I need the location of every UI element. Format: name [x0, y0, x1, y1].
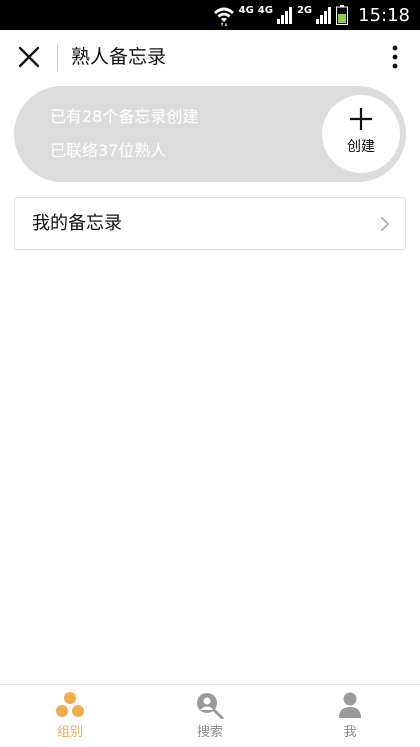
- contact-count-text: 已联络37位熟人: [50, 141, 167, 160]
- nav-tab-me[interactable]: 我: [280, 685, 420, 747]
- wifi-icon: [213, 4, 235, 26]
- more-button[interactable]: [380, 40, 410, 74]
- nav-tab-me-label: 我: [343, 725, 357, 740]
- summary-card: 已有28个备忘录创建 已联络37位熟人 创建: [14, 86, 406, 182]
- bottom-nav: 组别 搜索 我: [0, 684, 420, 747]
- battery-icon: [336, 5, 349, 25]
- close-button[interactable]: [12, 40, 46, 74]
- more-vertical-icon: [392, 45, 398, 69]
- my-memos-row[interactable]: 我的备忘录: [14, 197, 406, 250]
- nav-tab-groups-label: 组别: [56, 725, 83, 740]
- network-type-3: 2G: [296, 4, 313, 16]
- my-memos-label: 我的备忘录: [32, 213, 122, 234]
- header-divider: [57, 43, 58, 71]
- search-person-icon: [197, 693, 224, 719]
- create-button-label: 创建: [347, 139, 375, 155]
- signal-icon-2: [316, 6, 332, 24]
- nav-tab-search-label: 搜索: [196, 725, 223, 740]
- memo-count-text: 已有28个备忘录创建: [50, 107, 199, 126]
- create-button[interactable]: 创建: [322, 95, 400, 173]
- status-bar-right: 4G 4G 2G 15:18: [213, 0, 410, 30]
- profile-icon: [339, 692, 361, 718]
- status-bar: 4G 4G 2G 15:18: [0, 0, 420, 30]
- network-type-1: 4G: [238, 4, 254, 16]
- group-icon: [56, 692, 84, 717]
- page-title: 熟人备忘录: [71, 46, 167, 68]
- chevron-right-icon: [381, 217, 389, 231]
- nav-tab-search[interactable]: 搜索: [140, 685, 280, 747]
- nav-tab-groups[interactable]: 组别: [0, 685, 140, 747]
- status-time: 15:18: [358, 4, 410, 26]
- app-header: 熟人备忘录: [0, 30, 420, 84]
- close-icon: [18, 46, 40, 68]
- signal-icon: [276, 6, 293, 24]
- app-screen: 4G 4G 2G 15:18 熟人备忘录 已有28个备忘录创建 已联络37位熟人…: [0, 0, 420, 747]
- plus-icon: [350, 108, 372, 130]
- network-type-2: 4G: [257, 4, 273, 16]
